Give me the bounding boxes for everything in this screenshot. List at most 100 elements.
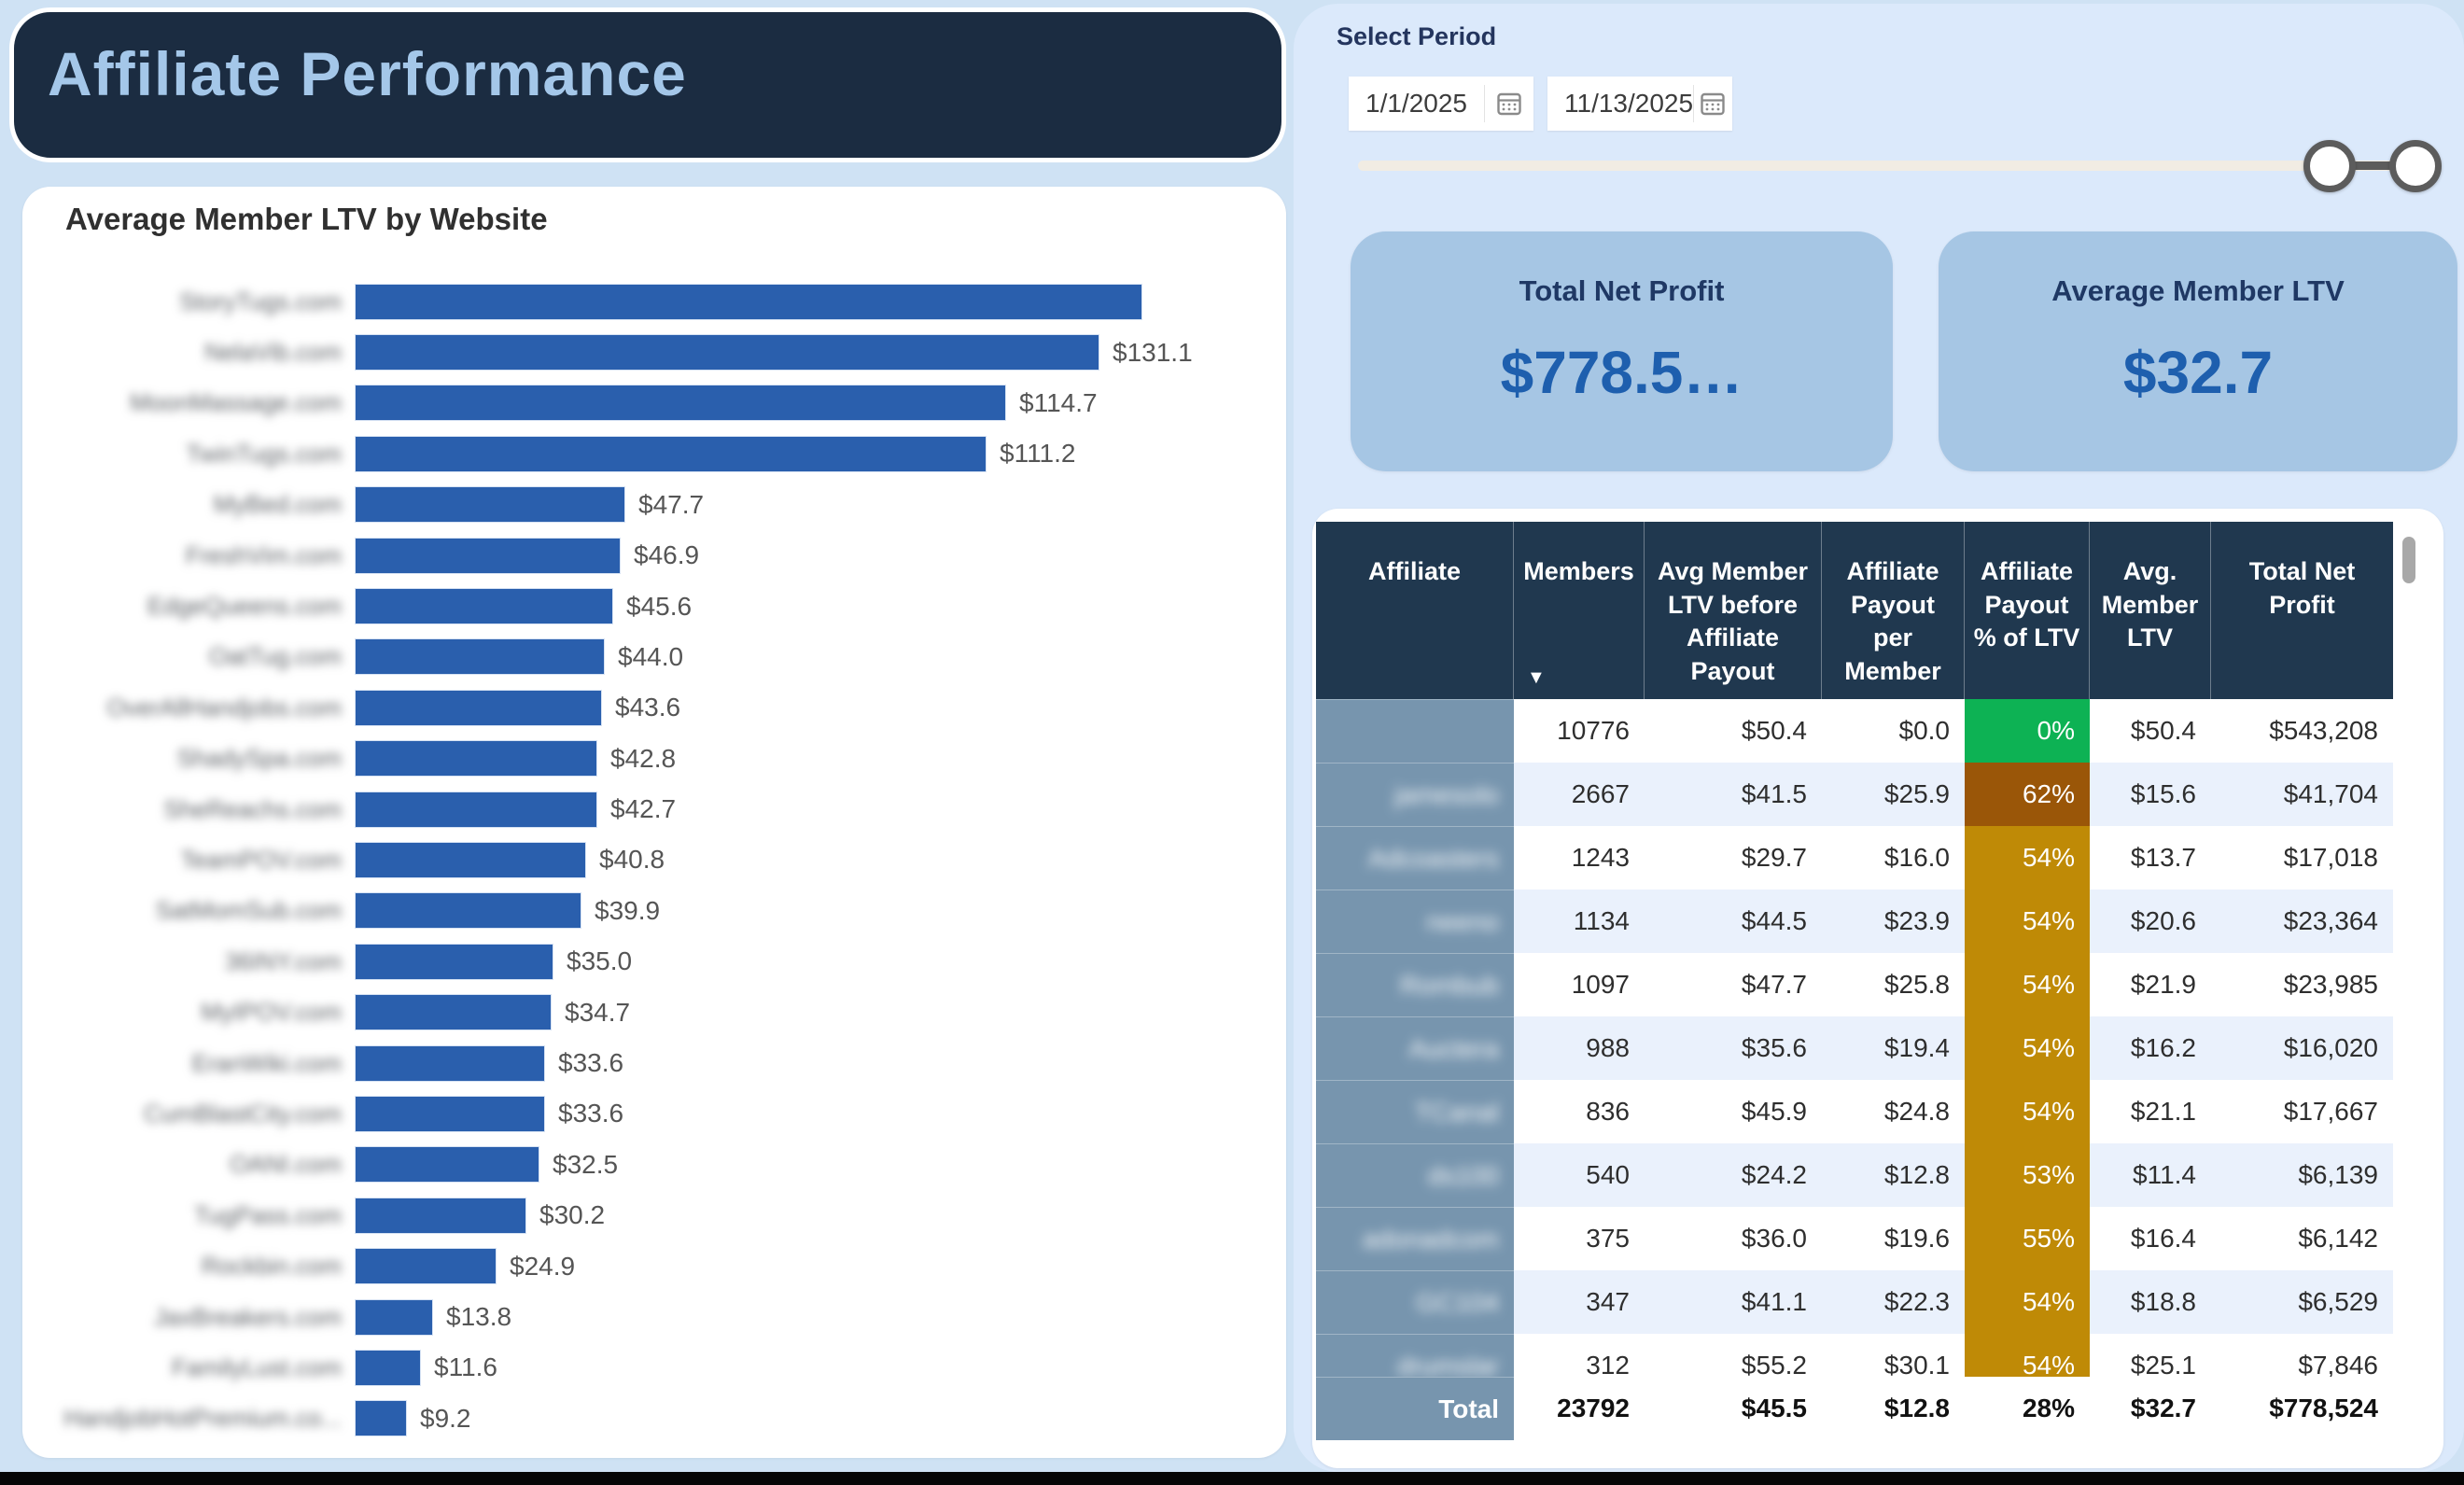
- value-cell: $543,208: [2211, 699, 2393, 763]
- kpi-value: $778.5…: [1501, 338, 1743, 407]
- bar-value-label: $24.9: [510, 1252, 575, 1282]
- sort-descending-icon[interactable]: ▼: [1527, 665, 1546, 690]
- bar[interactable]: [355, 385, 1006, 421]
- bar-row: TwinTugs.com$111.2: [22, 428, 1286, 479]
- bar[interactable]: [355, 1248, 497, 1284]
- slider-handle-start[interactable]: [2303, 140, 2356, 192]
- bar-row: EdgeQueens.com$45.6: [22, 581, 1286, 631]
- slider-handle-end[interactable]: [2389, 140, 2442, 192]
- bar[interactable]: [355, 842, 586, 878]
- table-row[interactable]: Auctera988$35.6$19.454%$16.2$16,020: [1316, 1016, 2393, 1080]
- bar[interactable]: [355, 740, 597, 777]
- value-cell: $18.8: [2090, 1270, 2211, 1334]
- bar-row: 36INY.com$35.0: [22, 936, 1286, 987]
- table-scrollbar-thumb[interactable]: [2402, 537, 2415, 583]
- bar-value-label: $40.8: [599, 845, 665, 875]
- window-bottom-edge: [0, 1472, 2464, 1485]
- bar[interactable]: [355, 436, 987, 472]
- value-cell: $20.6: [2090, 890, 2211, 953]
- bar[interactable]: [355, 1350, 421, 1386]
- kpi-title: Total Net Profit: [1519, 274, 1725, 308]
- bar-category-label: TwinTugs.com: [22, 440, 355, 469]
- affiliate-name-cell: drumslar: [1316, 1334, 1514, 1377]
- total-value-cell: $778,524: [2211, 1377, 2393, 1440]
- bar-category-label: FreshVim.com: [22, 541, 355, 570]
- value-cell: $6,139: [2211, 1143, 2393, 1207]
- bar[interactable]: [355, 1400, 407, 1436]
- table-row[interactable]: Rombub1097$47.7$25.854%$21.9$23,985: [1316, 953, 2393, 1016]
- bar[interactable]: [355, 994, 552, 1030]
- table-row[interactable]: TCanal836$45.9$24.854%$21.1$17,667: [1316, 1080, 2393, 1143]
- value-cell: $12.8: [1822, 1143, 1965, 1207]
- bar-row: MyBed.com$47.7: [22, 480, 1286, 530]
- bar[interactable]: [355, 588, 613, 624]
- calendar-icon[interactable]: [1485, 91, 1533, 116]
- table-row[interactable]: adonadcom375$36.0$19.655%$16.4$6,142: [1316, 1207, 2393, 1270]
- table-row[interactable]: ds100540$24.2$12.853%$11.4$6,139: [1316, 1143, 2393, 1207]
- value-cell: $36.0: [1645, 1207, 1822, 1270]
- bar-value-label: $131.1: [1113, 338, 1193, 368]
- bar-value-label: $47.7: [638, 490, 704, 520]
- affiliate-name-cell: neeno: [1316, 890, 1514, 953]
- bar[interactable]: [355, 1198, 526, 1234]
- value-cell: $24.8: [1822, 1080, 1965, 1143]
- table-row[interactable]: neeno1134$44.5$23.954%$20.6$23,364: [1316, 890, 2393, 953]
- value-cell: $24.2: [1645, 1143, 1822, 1207]
- column-header-avg-member-ltv-before-affiliate-payout[interactable]: Avg Member LTV before Affiliate Payout: [1645, 522, 1822, 699]
- bar[interactable]: [355, 792, 597, 828]
- end-date-input[interactable]: 11/13/2025: [1547, 77, 1732, 131]
- bar[interactable]: [355, 1096, 545, 1132]
- bar[interactable]: [355, 892, 581, 929]
- payout-pct-cell: 55%: [1965, 1207, 2090, 1270]
- value-cell: $41,704: [2211, 763, 2393, 826]
- table-row[interactable]: jamesolo2667$41.5$25.962%$15.6$41,704: [1316, 763, 2393, 826]
- value-cell: $11.4: [2090, 1143, 2211, 1207]
- bar-value-label: $42.7: [610, 794, 676, 824]
- bar[interactable]: [355, 690, 602, 726]
- column-header-affiliate-payout-per-member[interactable]: Affiliate Payout per Member: [1822, 522, 1965, 699]
- value-cell: 10776: [1514, 699, 1645, 763]
- bar-chart: StoryTugs.com$138.7NelaVib.com$131.1Moon…: [22, 276, 1286, 1444]
- bar-row: HandjobHotPremium.co...$9.2: [22, 1394, 1286, 1444]
- table-row[interactable]: 10776$50.4$0.00%$50.4$543,208: [1316, 699, 2393, 763]
- value-cell: $25.9: [1822, 763, 1965, 826]
- bar-value-label: $44.0: [618, 642, 683, 672]
- bar-value-label: $35.0: [567, 946, 632, 976]
- calendar-icon[interactable]: [1694, 91, 1732, 116]
- table-row[interactable]: drumslar312$55.2$30.154%$25.1$7,846: [1316, 1334, 2393, 1377]
- bar-value-label: $33.6: [558, 1099, 623, 1128]
- bar[interactable]: [355, 944, 553, 980]
- value-cell: $23,364: [2211, 890, 2393, 953]
- value-cell: $41.5: [1645, 763, 1822, 826]
- start-date-input[interactable]: 1/1/2025: [1349, 77, 1533, 131]
- bar[interactable]: [355, 1045, 545, 1082]
- column-header-members[interactable]: Members▼: [1514, 522, 1645, 699]
- bar-row: ShadySpa.com$42.8: [22, 734, 1286, 784]
- bar-category-label: ShadySpa.com: [22, 744, 355, 773]
- value-cell: $16.4: [2090, 1207, 2211, 1270]
- bar[interactable]: [355, 538, 621, 574]
- value-cell: $21.9: [2090, 953, 2211, 1016]
- column-header-affiliate-payout-of-ltv[interactable]: Affiliate Payout % of LTV: [1965, 522, 2090, 699]
- bar[interactable]: [355, 284, 1142, 320]
- bar[interactable]: [355, 334, 1099, 371]
- table-body: 10776$50.4$0.00%$50.4$543,208jamesolo266…: [1316, 699, 2393, 1377]
- bar[interactable]: [355, 486, 625, 523]
- value-cell: $13.7: [2090, 826, 2211, 890]
- bar-value-label: $46.9: [634, 540, 699, 570]
- table-row[interactable]: GC104347$41.1$22.354%$18.8$6,529: [1316, 1270, 2393, 1334]
- start-date-value[interactable]: 1/1/2025: [1349, 89, 1484, 119]
- column-header-total-net-profit[interactable]: Total Net Profit: [2211, 522, 2393, 699]
- bar-row: JaxBreakers.com$13.8: [22, 1292, 1286, 1342]
- table-row[interactable]: Adcoasters1243$29.7$16.054%$13.7$17,018: [1316, 826, 2393, 890]
- column-header-avg-member-ltv[interactable]: Avg. Member LTV: [2090, 522, 2211, 699]
- column-header-affiliate[interactable]: Affiliate: [1316, 522, 1514, 699]
- kpi-card-average-member-ltv: Average Member LTV $32.7: [1939, 231, 2457, 471]
- end-date-value[interactable]: 11/13/2025: [1547, 89, 1693, 119]
- bar-category-label: FamilyLust.com: [22, 1353, 355, 1382]
- bar[interactable]: [355, 638, 605, 675]
- date-range-slider-track[interactable]: [1358, 161, 2428, 171]
- payout-pct-cell: 0%: [1965, 699, 2090, 763]
- bar[interactable]: [355, 1146, 539, 1183]
- bar[interactable]: [355, 1299, 433, 1336]
